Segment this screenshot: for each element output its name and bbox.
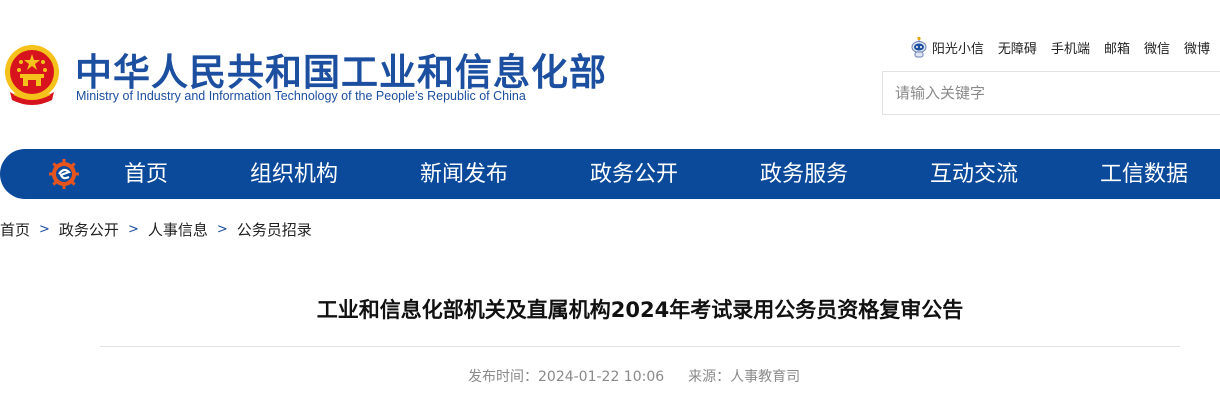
nav-government-services[interactable]: 政务服务: [760, 149, 848, 199]
toplink-wechat[interactable]: 微信: [1144, 38, 1170, 57]
miit-logo-icon[interactable]: [48, 158, 80, 190]
breadcrumb-home[interactable]: 首页: [0, 219, 30, 240]
breadcrumb-civil-service[interactable]: 公务员招录: [237, 219, 312, 240]
breadcrumb-personnel[interactable]: 人事信息: [148, 219, 208, 240]
national-emblem-icon[interactable]: [2, 40, 62, 110]
toplink-accessibility[interactable]: 无障碍: [998, 38, 1037, 57]
article-source: 人事教育司: [730, 369, 801, 385]
main-nav: 首页 组织机构 新闻发布 政务公开 政务服务 互动交流 工信数据: [0, 149, 1220, 199]
nav-news[interactable]: 新闻发布: [420, 149, 508, 199]
top-links: 阳光小信 无障碍 手机端 邮箱 微信 微博: [910, 36, 1210, 58]
robot-assistant-icon[interactable]: [910, 36, 928, 58]
nav-government-affairs[interactable]: 政务公开: [590, 149, 678, 199]
search-input[interactable]: [883, 72, 1220, 114]
breadcrumb-separator: >: [127, 222, 139, 237]
toplink-sunshine[interactable]: 阳光小信: [932, 38, 984, 57]
source-label: 来源：: [688, 369, 731, 385]
breadcrumb-government-affairs[interactable]: 政务公开: [59, 219, 119, 240]
site-header: 中华人民共和国工业和信息化部 Ministry of Industry and …: [0, 0, 1220, 148]
site-title[interactable]: 中华人民共和国工业和信息化部: [75, 42, 607, 96]
breadcrumb: 首页 > 政务公开 > 人事信息 > 公务员招录: [0, 219, 312, 240]
article-meta: 发布时间：2024-01-22 10:06 来源：人事教育司: [468, 366, 800, 386]
breadcrumb-separator: >: [216, 222, 228, 237]
toplink-email[interactable]: 邮箱: [1104, 38, 1130, 57]
title-divider: [100, 346, 1180, 347]
toplink-weibo[interactable]: 微博: [1184, 38, 1210, 57]
nav-data[interactable]: 工信数据: [1100, 149, 1188, 199]
article-title: 工业和信息化部机关及直属机构2024年考试录用公务员资格复审公告: [0, 294, 1220, 324]
nav-home[interactable]: 首页: [124, 149, 168, 199]
publish-time: 2024-01-22 10:06: [538, 369, 665, 385]
site-subtitle: Ministry of Industry and Information Tec…: [76, 89, 526, 103]
nav-organization[interactable]: 组织机构: [250, 149, 338, 199]
nav-interaction[interactable]: 互动交流: [930, 149, 1018, 199]
article-title-text: 工业和信息化部机关及直属机构2024年考试录用公务员资格复审公告: [316, 298, 964, 322]
search-box: [882, 71, 1220, 115]
toplink-mobile[interactable]: 手机端: [1051, 38, 1090, 57]
breadcrumb-separator: >: [39, 222, 50, 237]
publish-label: 发布时间：: [468, 369, 538, 385]
